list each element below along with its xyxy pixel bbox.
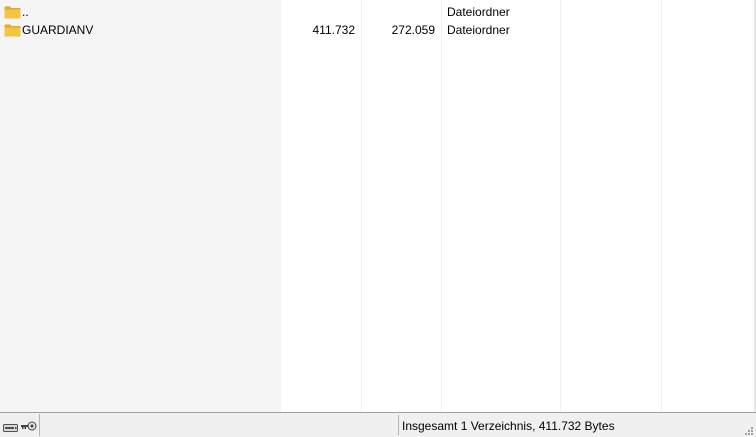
- name-column: [0, 0, 281, 412]
- drive-icon[interactable]: [3, 421, 18, 435]
- file-packed-size: 272.059: [391, 23, 435, 37]
- resize-grip-icon[interactable]: [744, 425, 754, 435]
- folder-icon: [4, 23, 21, 37]
- list-item-parent-folder[interactable]: .. Dateiordner: [0, 3, 756, 21]
- file-size: 411.732: [312, 23, 356, 37]
- file-type: Dateiordner: [447, 23, 510, 37]
- column-separator: [661, 0, 662, 412]
- file-name: ..: [22, 5, 29, 19]
- key-icon[interactable]: [20, 420, 37, 434]
- file-type: Dateiordner: [447, 5, 510, 19]
- status-bar: Insgesamt 1 Verzeichnis, 411.732 Bytes: [0, 412, 756, 437]
- file-name: GUARDIANV: [22, 23, 94, 37]
- status-summary: Insgesamt 1 Verzeichnis, 411.732 Bytes: [402, 419, 615, 433]
- folder-icon: [4, 5, 21, 19]
- status-divider: [398, 415, 399, 435]
- column-separator: [560, 0, 561, 412]
- column-separator: [361, 0, 362, 412]
- list-item-folder[interactable]: GUARDIANV 411.732 272.059 Dateiordner: [0, 21, 756, 39]
- file-list[interactable]: .. Dateiordner GUARDIANV 411.732 272.059…: [0, 0, 756, 412]
- archive-window: .. Dateiordner GUARDIANV 411.732 272.059…: [0, 0, 756, 437]
- column-separator: [441, 0, 442, 412]
- status-icons: [0, 414, 40, 436]
